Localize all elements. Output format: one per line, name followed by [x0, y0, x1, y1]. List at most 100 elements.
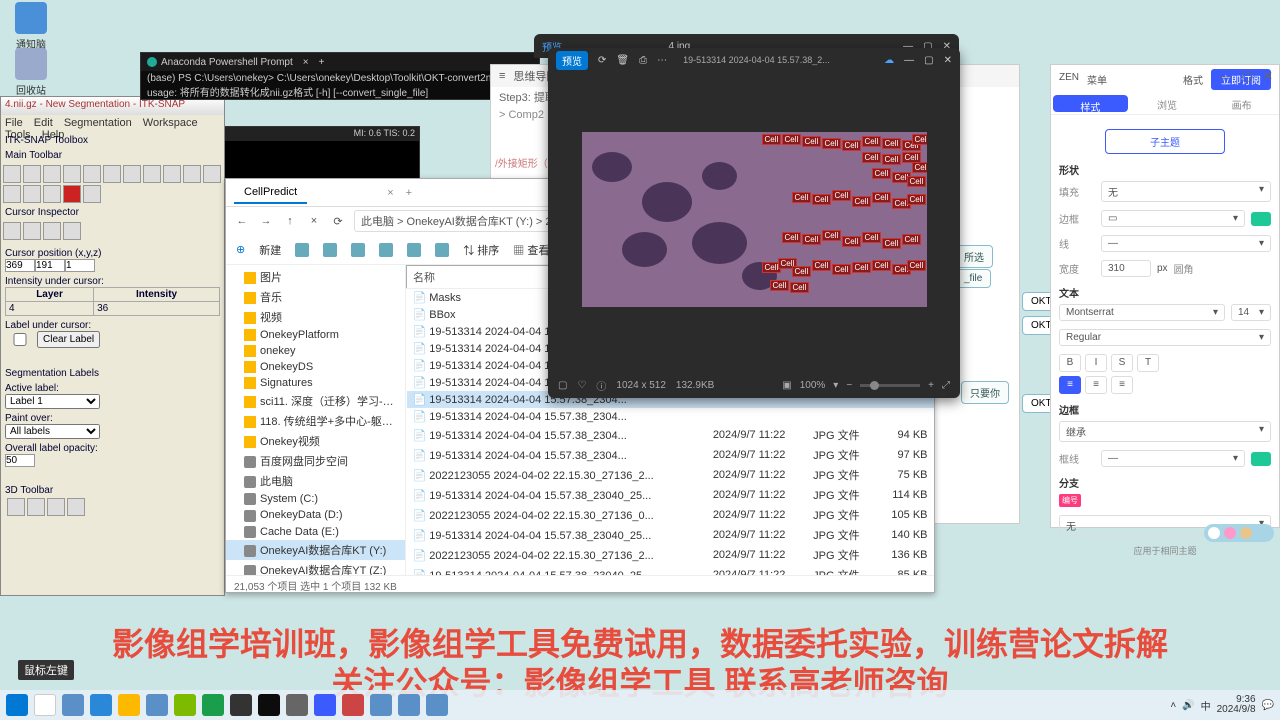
forward-button[interactable]: →	[258, 213, 274, 229]
fill-select[interactable]: 无▾	[1101, 181, 1271, 202]
more-icon[interactable]: ⋯	[657, 55, 667, 66]
textcolor-button[interactable]: T	[1137, 354, 1159, 372]
font-select[interactable]: Montserrat▾	[1059, 304, 1225, 321]
tree-item[interactable]: 百度网盘同步空间	[226, 451, 405, 471]
tree-item[interactable]: onekey	[226, 343, 405, 359]
branch-color-swatch[interactable]	[1251, 452, 1271, 466]
task-icon[interactable]	[202, 694, 224, 716]
italic-button[interactable]: I	[1085, 354, 1107, 372]
line-style[interactable]: —▾	[1101, 450, 1245, 467]
task-icon[interactable]	[398, 694, 420, 716]
zoom-slider[interactable]	[860, 384, 920, 387]
zoom-in-icon[interactable]: +	[928, 380, 934, 391]
tree-item[interactable]: OnekeyDS	[226, 359, 405, 375]
tool-button[interactable]	[23, 165, 41, 183]
rename-icon[interactable]	[379, 243, 393, 257]
new-button[interactable]: 新建	[259, 242, 281, 258]
apply-all-link[interactable]: 应用于相同主题	[1059, 544, 1271, 557]
maximize-icon[interactable]: ▢	[924, 55, 933, 66]
tree-item[interactable]: OnekeyPlatform	[226, 327, 405, 343]
paste-icon[interactable]	[351, 243, 365, 257]
cloud-icon[interactable]: ☁	[884, 55, 894, 66]
task-icon[interactable]	[286, 694, 308, 716]
close-icon[interactable]: ✕	[1263, 69, 1273, 83]
tree-item[interactable]: 此电脑	[226, 471, 405, 491]
minimize-icon[interactable]: —	[1220, 69, 1232, 83]
zoom-out-icon[interactable]: −	[846, 380, 852, 391]
system-tray[interactable]: ˄🔊中 9:362024/9/8 💬	[1170, 695, 1274, 715]
info-icon[interactable]: ⓘ	[596, 378, 606, 393]
file-row[interactable]: 📄 19-513314 2024-04-04 15.57.38_23040_25…	[407, 525, 934, 545]
tree-item[interactable]: Signatures	[226, 375, 405, 391]
tool-button[interactable]	[83, 165, 101, 183]
line-select[interactable]: —▾	[1101, 235, 1271, 252]
view-button[interactable]: 查看	[527, 245, 549, 257]
tree-item[interactable]: Onekey视频	[226, 431, 405, 451]
clear-label-button[interactable]: Clear Label	[37, 331, 100, 348]
tool-button[interactable]	[63, 165, 81, 183]
cursor-y[interactable]	[35, 259, 65, 272]
tool-button[interactable]	[203, 165, 221, 183]
align-right[interactable]: ≡	[1111, 376, 1133, 394]
delete-icon[interactable]	[435, 243, 449, 257]
tool-button[interactable]	[3, 185, 21, 203]
tool-button[interactable]	[3, 165, 21, 183]
task-icon[interactable]	[342, 694, 364, 716]
copy-icon[interactable]	[323, 243, 337, 257]
up-button[interactable]: ↑	[282, 213, 298, 229]
mindmap-node[interactable]: _file	[955, 269, 991, 288]
tool3d[interactable]	[7, 498, 25, 516]
tree-item[interactable]: sci11. 深度（迁移）学习-单（多）中心-数字病理-融合-...	[226, 391, 405, 411]
mindmap-node[interactable]: 所选	[955, 245, 993, 268]
file-row[interactable]: 📄 19-513314 2024-04-04 15.57.38_2304...	[407, 408, 934, 425]
tree-item[interactable]: OnekeyAI数据合库YT (Z:)	[226, 560, 405, 575]
tool-button[interactable]	[63, 185, 81, 203]
cursor-tool[interactable]	[23, 222, 41, 240]
crop-icon[interactable]: ▣	[782, 380, 791, 391]
mindmap-node[interactable]: 只要你	[961, 381, 1009, 404]
task-icon[interactable]	[174, 694, 196, 716]
file-row[interactable]: 📄 19-513314 2024-04-04 15.57.38_23040_25…	[407, 485, 934, 505]
format-label[interactable]: 格式	[1183, 72, 1203, 87]
file-row[interactable]: 📄 19-513314 2024-04-04 15.57.38_2304...2…	[407, 425, 934, 445]
print-icon[interactable]: ⎙	[639, 55, 647, 66]
tree-item[interactable]: System (C:)	[226, 491, 405, 507]
close-icon[interactable]: ✕	[944, 55, 952, 66]
search-button[interactable]	[34, 694, 56, 716]
fontsize-select[interactable]: 14▾	[1231, 304, 1271, 321]
opacity-input[interactable]	[5, 454, 35, 467]
label-checkbox[interactable]	[5, 333, 35, 346]
back-button[interactable]: ←	[234, 213, 250, 229]
explorer-task-icon[interactable]	[118, 694, 140, 716]
tab-style[interactable]: 样式	[1053, 95, 1128, 112]
ime-indicator[interactable]	[1204, 524, 1274, 542]
task-icon[interactable]	[314, 694, 336, 716]
width-input[interactable]: 310	[1101, 260, 1151, 277]
bold-button[interactable]: B	[1059, 354, 1081, 372]
task-icon[interactable]	[62, 694, 84, 716]
sort-button[interactable]: 排序	[477, 245, 499, 257]
file-row[interactable]: 📄 19-513314 2024-04-04 15.57.38_2304...2…	[407, 445, 934, 465]
tool-button[interactable]	[183, 165, 201, 183]
refresh-icon[interactable]: ⟳	[598, 55, 606, 66]
cursor-x[interactable]	[5, 259, 35, 272]
align-center[interactable]: ≡	[1085, 376, 1107, 394]
align-left[interactable]: ≡	[1059, 376, 1081, 394]
menubar[interactable]: File Edit Segmentation Workspace Tools H…	[1, 115, 224, 133]
weight-select[interactable]: Regular▾	[1059, 329, 1271, 346]
tool3d[interactable]	[27, 498, 45, 516]
task-icon[interactable]	[230, 694, 252, 716]
fav-icon[interactable]: ♡	[577, 380, 586, 391]
file-row[interactable]: 📄 2022123055 2024-04-02 22.15.30_27136_2…	[407, 465, 934, 485]
tool-button[interactable]	[163, 165, 181, 183]
task-icon[interactable]	[370, 694, 392, 716]
close-nav[interactable]: ×	[306, 213, 322, 229]
cursor-tool[interactable]	[63, 222, 81, 240]
tool3d[interactable]	[47, 498, 65, 516]
maximize-icon[interactable]: ▢	[1242, 69, 1253, 83]
task-icon[interactable]	[426, 694, 448, 716]
border-color-swatch[interactable]	[1251, 212, 1271, 226]
delete-icon[interactable]: 🗑	[616, 55, 629, 66]
minimize-icon[interactable]: —	[904, 55, 914, 66]
file-row[interactable]: 📄 2022123055 2024-04-02 22.15.30_27136_2…	[407, 545, 934, 565]
